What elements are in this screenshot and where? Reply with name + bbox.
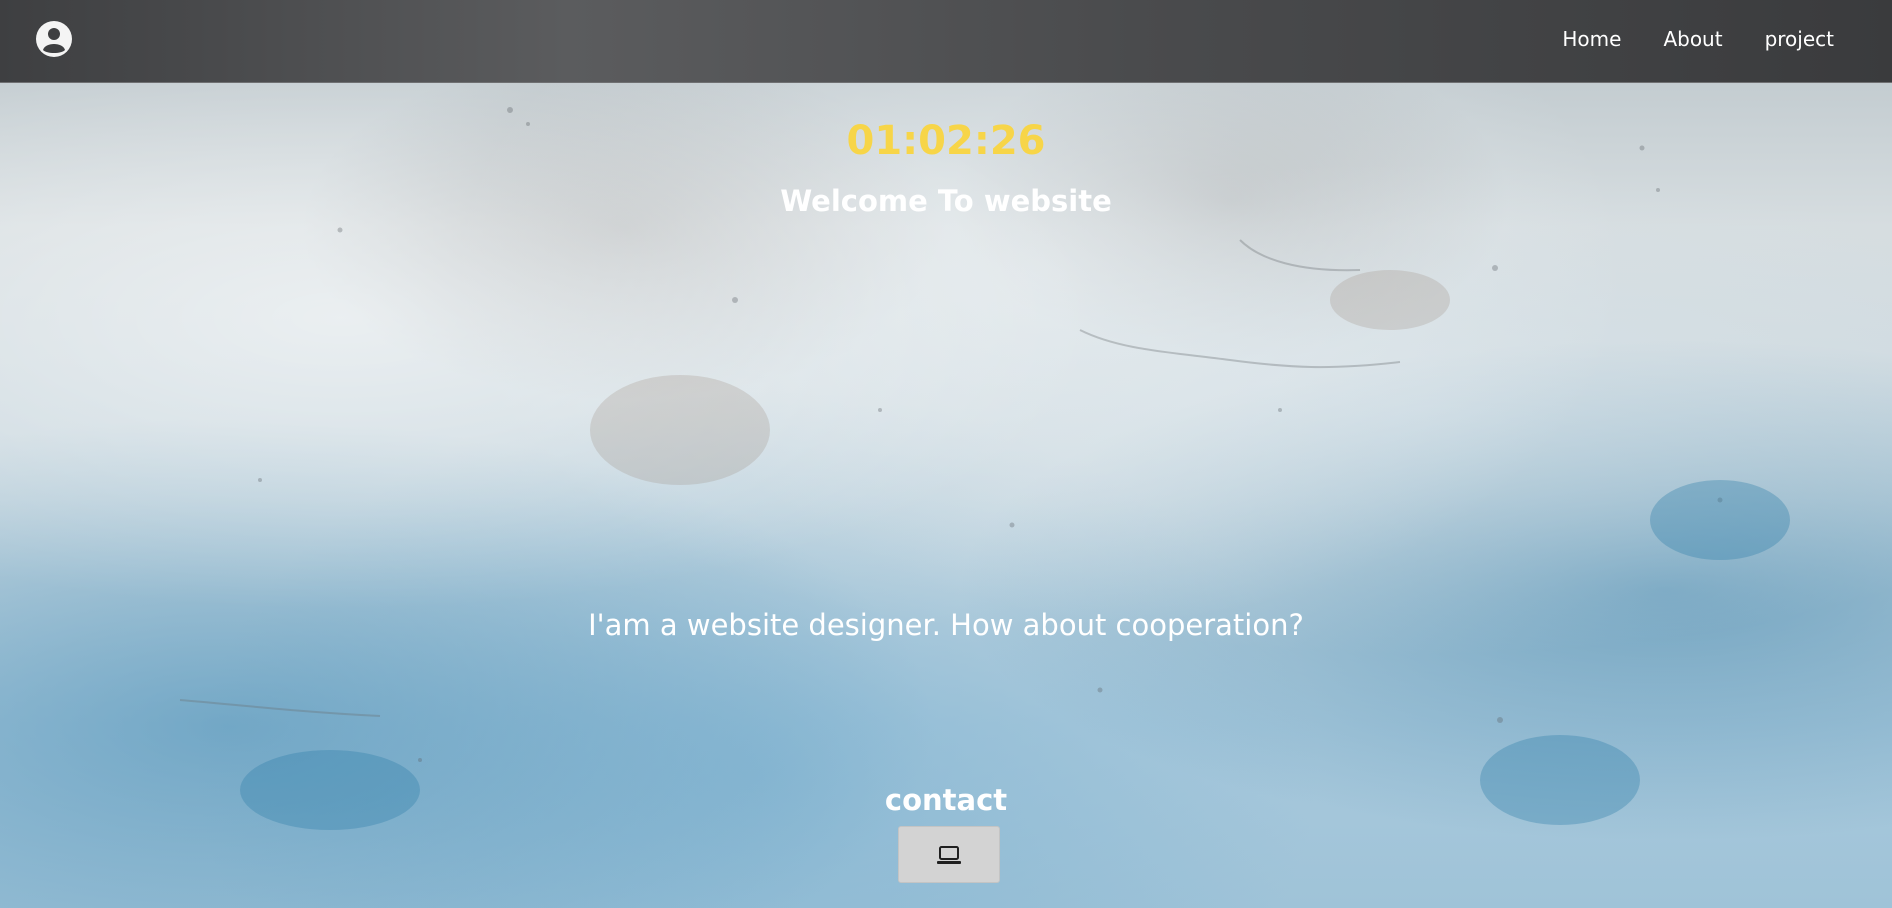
contact-heading: contact <box>884 783 1008 817</box>
nav-project-link[interactable]: project <box>1765 27 1834 51</box>
laptop-icon <box>937 845 961 864</box>
tagline-text: I'am a website designer. How about coope… <box>588 608 1304 642</box>
page: Home About project 01:02:26 Welcome To w… <box>0 0 1892 908</box>
welcome-heading: Welcome To website <box>780 184 1112 218</box>
contact-button[interactable] <box>898 826 1000 883</box>
top-navbar: Home About project <box>0 0 1892 83</box>
clock-display: 01:02:26 <box>846 118 1046 164</box>
user-circle-icon[interactable] <box>35 20 73 58</box>
nav-about-link[interactable]: About <box>1663 27 1722 51</box>
nav-links: Home About project <box>1562 0 1834 78</box>
nav-home-link[interactable]: Home <box>1562 27 1621 51</box>
